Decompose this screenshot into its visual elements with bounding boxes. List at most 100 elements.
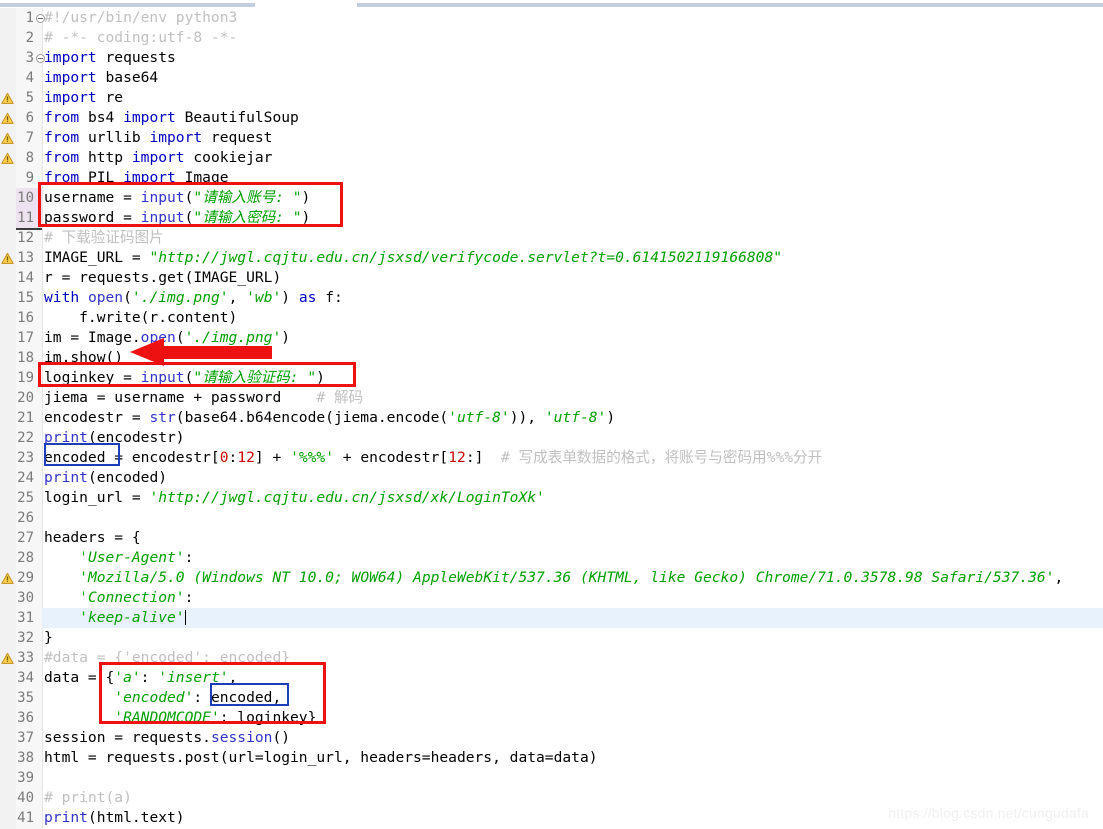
code-line[interactable]: 26	[0, 508, 1103, 528]
code-line[interactable]: 20 jiema = username + password # 解码	[0, 388, 1103, 408]
code-text: with open('./img.png', 'wb') as f:	[44, 289, 343, 306]
tab-gap	[255, 0, 357, 8]
code-text: loginkey = input("请输入验证码: ")	[44, 369, 325, 386]
code-line[interactable]: 37 session = requests.session()	[0, 728, 1103, 748]
code-text: # -*- coding:utf-8 -*-	[44, 29, 238, 46]
code-text: # print(a)	[44, 789, 132, 806]
code-text: print(html.text)	[44, 809, 185, 826]
line-number: 22	[17, 430, 34, 446]
line-number: 21	[17, 410, 34, 426]
code-editor[interactable]: 1 #!/usr/bin/env python3 2 # -*- coding:utf…	[0, 0, 1103, 829]
line-number: 35	[17, 690, 34, 706]
line-number: 33	[17, 650, 34, 666]
code-text: r = requests.get(IMAGE_URL)	[44, 269, 282, 286]
code-line[interactable]: 19 loginkey = input("请输入验证码: ")	[0, 368, 1103, 388]
line-number: 10	[17, 190, 34, 206]
code-line[interactable]: 8 from http import cookiejar	[0, 148, 1103, 168]
code-text: 'Mozilla/5.0 (Windows NT 10.0; WOW64) Ap…	[79, 569, 1064, 586]
code-text: 'encoded': encoded,	[114, 689, 282, 706]
code-line[interactable]: 17 im = Image.open('./img.png')	[0, 328, 1103, 348]
code-line[interactable]: 9 from PIL import Image	[0, 168, 1103, 188]
code-line[interactable]: 38 html = requests.post(url=login_url, he…	[0, 748, 1103, 768]
code-line[interactable]: 33 #data = {'encoded': encoded}	[0, 648, 1103, 668]
line-number: 23	[17, 450, 34, 466]
code-line[interactable]: 18 im.show()	[0, 348, 1103, 368]
code-line[interactable]: 39	[0, 768, 1103, 788]
line-number: 8	[25, 150, 34, 166]
line-number: 41	[17, 810, 34, 826]
code-text: session = requests.session()	[44, 729, 291, 746]
code-text: from PIL import Image	[44, 169, 229, 186]
line-number: 31	[17, 610, 34, 626]
line-number: 28	[17, 550, 34, 566]
code-text: password = input("请输入密码: ")	[44, 209, 311, 226]
code-line[interactable]: 12 # 下载验证码图片	[0, 228, 1103, 248]
code-line[interactable]: 11 password = input("请输入密码: ")	[0, 208, 1103, 228]
code-line[interactable]: 1 #!/usr/bin/env python3	[0, 8, 1103, 28]
code-text: from http import cookiejar	[44, 149, 273, 166]
code-line[interactable]: 3 import requests	[0, 48, 1103, 68]
line-number: 2	[25, 30, 34, 46]
code-line[interactable]: 29 'Mozilla/5.0 (Windows NT 10.0; WOW64)…	[0, 568, 1103, 588]
code-line[interactable]: 34 data = {'a': 'insert',	[0, 668, 1103, 688]
code-line[interactable]: 4 import base64	[0, 68, 1103, 88]
code-text: }	[44, 629, 53, 646]
code-line[interactable]: 21 encodestr = str(base64.b64encode(jiema…	[0, 408, 1103, 428]
code-text: #data = {'encoded': encoded}	[44, 649, 291, 666]
code-line[interactable]: 32}	[0, 628, 1103, 648]
code-line[interactable]: 23 encoded = encodestr[0:12] + '%%%' + en…	[0, 448, 1103, 468]
code-text: im.show()	[44, 349, 124, 366]
code-fold-toggle-icon[interactable]	[36, 14, 45, 23]
code-line[interactable]: 24 print(encoded)	[0, 468, 1103, 488]
text-caret	[184, 610, 186, 625]
line-number: 14	[17, 270, 34, 286]
code-text: import re	[44, 89, 124, 106]
code-line[interactable]: 22 print(encodestr)	[0, 428, 1103, 448]
code-text: data = {'a': 'insert',	[44, 669, 238, 686]
code-line[interactable]: 28 'User-Agent':	[0, 548, 1103, 568]
code-text: #!/usr/bin/env python3	[44, 9, 238, 26]
code-text: from urllib import request	[44, 129, 273, 146]
code-line[interactable]: 10 username = input("请输入账号: ")	[0, 188, 1103, 208]
code-fold-toggle-icon[interactable]	[36, 54, 45, 63]
code-text: login_url = 'http://jwgl.cqjtu.edu.cn/js…	[44, 489, 545, 506]
code-line[interactable]: 16 f.write(r.content)	[0, 308, 1103, 328]
line-number: 17	[17, 330, 34, 346]
code-line[interactable]: 7 from urllib import request	[0, 128, 1103, 148]
line-number: 40	[17, 790, 34, 806]
code-line[interactable]: 36 'RANDOMCODE': loginkey}	[0, 708, 1103, 728]
code-line[interactable]: 2 # -*- coding:utf-8 -*-	[0, 28, 1103, 48]
line-number: 30	[17, 590, 34, 606]
code-line[interactable]: 6 from bs4 import BeautifulSoup	[0, 108, 1103, 128]
code-line[interactable]: 14 r = requests.get(IMAGE_URL)	[0, 268, 1103, 288]
code-line[interactable]: 31 'keep-alive'	[0, 608, 1103, 628]
code-line[interactable]: 5 import re	[0, 88, 1103, 108]
code-text: 'RANDOMCODE': loginkey}	[114, 709, 317, 726]
line-number: 15	[17, 290, 34, 306]
code-line[interactable]: 25 login_url = 'http://jwgl.cqjtu.edu.cn/…	[0, 488, 1103, 508]
line-number: 25	[17, 490, 34, 506]
code-text: IMAGE_URL = "http://jwgl.cqjtu.edu.cn/js…	[44, 249, 783, 266]
code-line[interactable]: 30 'Connection':	[0, 588, 1103, 608]
code-line[interactable]: 27 headers = {	[0, 528, 1103, 548]
code-text: from bs4 import BeautifulSoup	[44, 109, 299, 126]
code-text: jiema = username + password # 解码	[44, 389, 364, 406]
line-number: 27	[17, 530, 34, 546]
line-number: 7	[25, 130, 34, 146]
code-line[interactable]: 13 IMAGE_URL = "http://jwgl.cqjtu.edu.cn/…	[0, 248, 1103, 268]
line-number: 29	[17, 570, 34, 586]
code-line[interactable]: 15 with open('./img.png', 'wb') as f:	[0, 288, 1103, 308]
code-text: 'keep-alive'	[79, 609, 186, 626]
code-text: im = Image.open('./img.png')	[44, 329, 291, 346]
line-number: 36	[17, 710, 34, 726]
code-line[interactable]: 35 'encoded': encoded,	[0, 688, 1103, 708]
line-number: 39	[17, 770, 34, 786]
line-number: 34	[17, 670, 34, 686]
line-number: 9	[25, 170, 34, 186]
code-text: headers = {	[44, 529, 141, 546]
line-number: 37	[17, 730, 34, 746]
code-text: encoded = encodestr[0:12] + '%%%' + enco…	[44, 449, 823, 466]
tab-underline-left	[0, 3, 255, 7]
line-number: 18	[17, 350, 34, 366]
code-content[interactable]: 1 #!/usr/bin/env python3 2 # -*- coding:utf…	[0, 8, 1103, 829]
